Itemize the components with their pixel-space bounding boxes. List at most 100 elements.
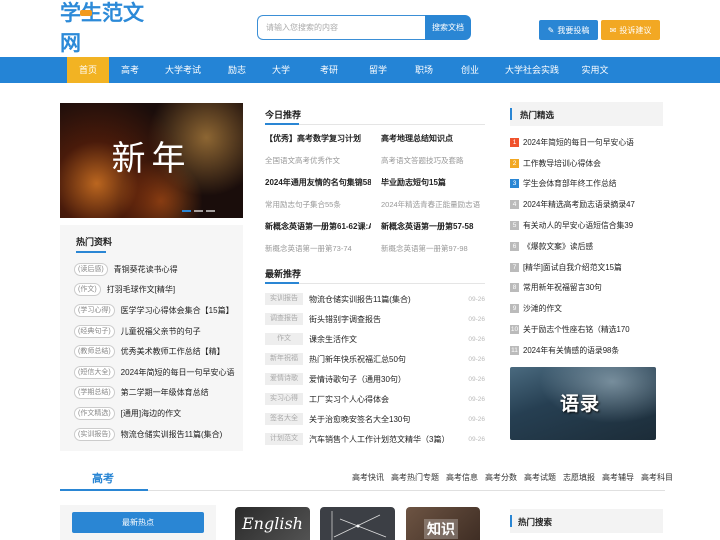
- rank-item[interactable]: 1 2024年简短的每日一句早安心语: [510, 132, 665, 153]
- complaint-button[interactable]: ✉ 投诉建议: [601, 20, 660, 40]
- nav-item[interactable]: 实用文: [571, 57, 619, 83]
- item-title[interactable]: 工厂实习个人心得体会: [309, 394, 464, 405]
- list-item[interactable]: 签名大全 关于治愈晚安签名大全130句 09-26: [265, 409, 485, 429]
- item-title[interactable]: 儿童祝福父亲节的句子: [121, 326, 201, 337]
- recommend-title[interactable]: 毕业励志短句15篇: [381, 177, 487, 188]
- nav-item[interactable]: 创业: [447, 57, 493, 83]
- recommend-title[interactable]: 新概念英语第一册第57-58: [381, 221, 487, 232]
- search-button[interactable]: 搜索文档: [425, 15, 471, 40]
- list-item[interactable]: (读后感) 青铜葵花读书心得: [74, 259, 239, 280]
- gaokao-link[interactable]: 志愿填报: [563, 472, 595, 483]
- carousel-dot[interactable]: [206, 210, 215, 212]
- recommend-sub[interactable]: 新概念英语第一册第73-74: [265, 243, 371, 254]
- gaokao-link[interactable]: 高考分数: [485, 472, 517, 483]
- list-item[interactable]: (实训报告) 物流仓储实训报告11篇(集合): [74, 424, 239, 445]
- category-tag[interactable]: 实训报告: [265, 293, 303, 305]
- gaokao-link[interactable]: 高考热门专题: [391, 472, 439, 483]
- rank-title[interactable]: 有关动人的早安心语短信合集39: [523, 220, 633, 231]
- item-title[interactable]: 打羽毛球作文[精华]: [107, 284, 175, 295]
- rank-item[interactable]: 4 2024年精选高考励志语录摘录47: [510, 194, 665, 215]
- english-thumbnail[interactable]: English: [235, 507, 310, 540]
- category-tag[interactable]: 爱情诗歌: [265, 373, 303, 385]
- rank-item[interactable]: 6 《爆款文案》读后感: [510, 236, 665, 257]
- item-title[interactable]: 关于治愈晚安签名大全130句: [309, 414, 464, 425]
- rank-item[interactable]: 2 工作教导培训心得体会: [510, 153, 665, 174]
- item-title[interactable]: 医学学习心得体会集合【15篇】: [121, 305, 234, 316]
- category-tag[interactable]: (作文精选): [74, 406, 115, 420]
- item-title[interactable]: 优秀美术教师工作总结【精】: [121, 346, 225, 357]
- category-tag[interactable]: (学习心得): [74, 303, 115, 317]
- rank-title[interactable]: 2024年简短的每日一句早安心语: [523, 137, 634, 148]
- list-item[interactable]: (短信大全) 2024年简短的每日一句早安心语: [74, 362, 239, 383]
- rank-item[interactable]: 3 学生会体育部年终工作总结: [510, 174, 665, 195]
- rank-title[interactable]: 常用新年祝福留言30句: [523, 282, 602, 293]
- recommend-item[interactable]: 新概念英语第一册第61-62课:A 新概念英语第一册第73-74: [265, 221, 371, 254]
- item-title[interactable]: 物流仓储实训报告11篇(集合): [121, 429, 223, 440]
- gaokao-link[interactable]: 高考信息: [446, 472, 478, 483]
- category-tag[interactable]: 计划范文: [265, 433, 303, 445]
- nav-item[interactable]: 首页: [67, 57, 109, 83]
- nav-item[interactable]: 留学: [355, 57, 401, 83]
- nav-item[interactable]: 大学: [259, 57, 303, 83]
- list-item[interactable]: (作文精选) [通用]海边的作文: [74, 403, 239, 424]
- item-title[interactable]: 2024年简短的每日一句早安心语: [121, 367, 235, 378]
- list-item[interactable]: 实训报告 物流仓储实训报告11篇(集合) 09-26: [265, 289, 485, 309]
- rank-title[interactable]: 2024年精选高考励志语录摘录47: [523, 199, 635, 210]
- recommend-sub[interactable]: 常用励志句子集合55条: [265, 199, 371, 210]
- rank-title[interactable]: 学生会体育部年终工作总结: [523, 178, 617, 189]
- rank-item[interactable]: 10 关于励志个性座右铭（精选170: [510, 319, 665, 340]
- gaokao-link[interactable]: 高考快讯: [352, 472, 384, 483]
- latest-hot-button[interactable]: 最新热点: [72, 512, 204, 533]
- list-item[interactable]: (作文) 打羽毛球作文[精华]: [74, 280, 239, 301]
- item-title[interactable]: 青铜葵花读书心得: [114, 264, 178, 275]
- nav-item[interactable]: 职场: [401, 57, 447, 83]
- nav-item[interactable]: 大学考试: [151, 57, 215, 83]
- category-tag[interactable]: (作文): [74, 283, 101, 297]
- carousel-dot[interactable]: [194, 210, 203, 212]
- rank-title[interactable]: [精华]面试自我介绍范文15篇: [523, 262, 622, 273]
- rank-title[interactable]: 《爆款文案》读后感: [523, 241, 593, 252]
- category-tag[interactable]: (教师总结): [74, 345, 115, 359]
- rank-title[interactable]: 关于励志个性座右铭（精选170: [523, 324, 630, 335]
- category-tag[interactable]: (读后感): [74, 262, 108, 276]
- rank-item[interactable]: 7 [精华]面试自我介绍范文15篇: [510, 257, 665, 278]
- recommend-title[interactable]: 2024年通用友情的名句集锦58: [265, 177, 371, 188]
- item-title[interactable]: 爱情诗歌句子（通用30句）: [309, 374, 464, 385]
- recommend-item[interactable]: 【优秀】高考数学复习计划 全国语文高考优秀作文: [265, 133, 371, 166]
- rank-title[interactable]: 2024年有关情感的语录98条: [523, 345, 619, 356]
- list-item[interactable]: 实习心得 工厂实习个人心得体会 09-26: [265, 389, 485, 409]
- nav-item[interactable]: 大学社会实践: [493, 57, 571, 83]
- carousel-dot[interactable]: [182, 210, 191, 212]
- category-tag[interactable]: (学期总结): [74, 386, 115, 400]
- list-item[interactable]: 爱情诗歌 爱情诗歌句子（通用30句） 09-26: [265, 369, 485, 389]
- recommend-title[interactable]: 高考地理总结知识点: [381, 133, 487, 144]
- category-tag[interactable]: (经典句子): [74, 324, 115, 338]
- rank-title[interactable]: 工作教导培训心得体会: [523, 158, 601, 169]
- item-title[interactable]: 热门新年快乐祝福汇总50句: [309, 354, 464, 365]
- list-item[interactable]: 作文 课余生活作文 09-26: [265, 329, 485, 349]
- recommend-item[interactable]: 毕业励志短句15篇 2024年精选青春正能量励志语: [381, 177, 487, 210]
- item-title[interactable]: [通用]海边的作文: [121, 408, 181, 419]
- recommend-title[interactable]: 【优秀】高考数学复习计划: [265, 133, 371, 144]
- rank-item[interactable]: 11 2024年有关情感的语录98条: [510, 340, 665, 361]
- item-title[interactable]: 第二学期一年级体育总结: [121, 387, 209, 398]
- nav-item[interactable]: 高考: [109, 57, 151, 83]
- quotes-image[interactable]: 语录: [510, 367, 656, 440]
- list-item[interactable]: (学习心得) 医学学习心得体会集合【15篇】: [74, 300, 239, 321]
- recommend-sub[interactable]: 高考语文答题技巧及套路: [381, 155, 487, 166]
- list-item[interactable]: 调查报告 街头错别字调查报告 09-26: [265, 309, 485, 329]
- item-title[interactable]: 汽车销售个人工作计划范文精华（3篇）: [309, 434, 464, 445]
- item-title[interactable]: 街头错别字调查报告: [309, 314, 464, 325]
- rank-item[interactable]: 5 有关动人的早安心语短信合集39: [510, 215, 665, 236]
- category-tag[interactable]: 实习心得: [265, 393, 303, 405]
- knowledge-thumbnail[interactable]: 知识: [406, 507, 480, 540]
- math-thumbnail[interactable]: [320, 507, 395, 540]
- category-tag[interactable]: 调查报告: [265, 313, 303, 325]
- item-title[interactable]: 课余生活作文: [309, 334, 464, 345]
- site-logo[interactable]: 学生范文网: [60, 1, 160, 55]
- recommend-sub[interactable]: 新概念英语第一册第97-98: [381, 243, 487, 254]
- gaokao-link[interactable]: 高考试题: [524, 472, 556, 483]
- category-tag[interactable]: 作文: [265, 333, 303, 345]
- item-title[interactable]: 物流仓储实训报告11篇(集合): [309, 294, 464, 305]
- list-item[interactable]: 新年祝福 热门新年快乐祝福汇总50句 09-26: [265, 349, 485, 369]
